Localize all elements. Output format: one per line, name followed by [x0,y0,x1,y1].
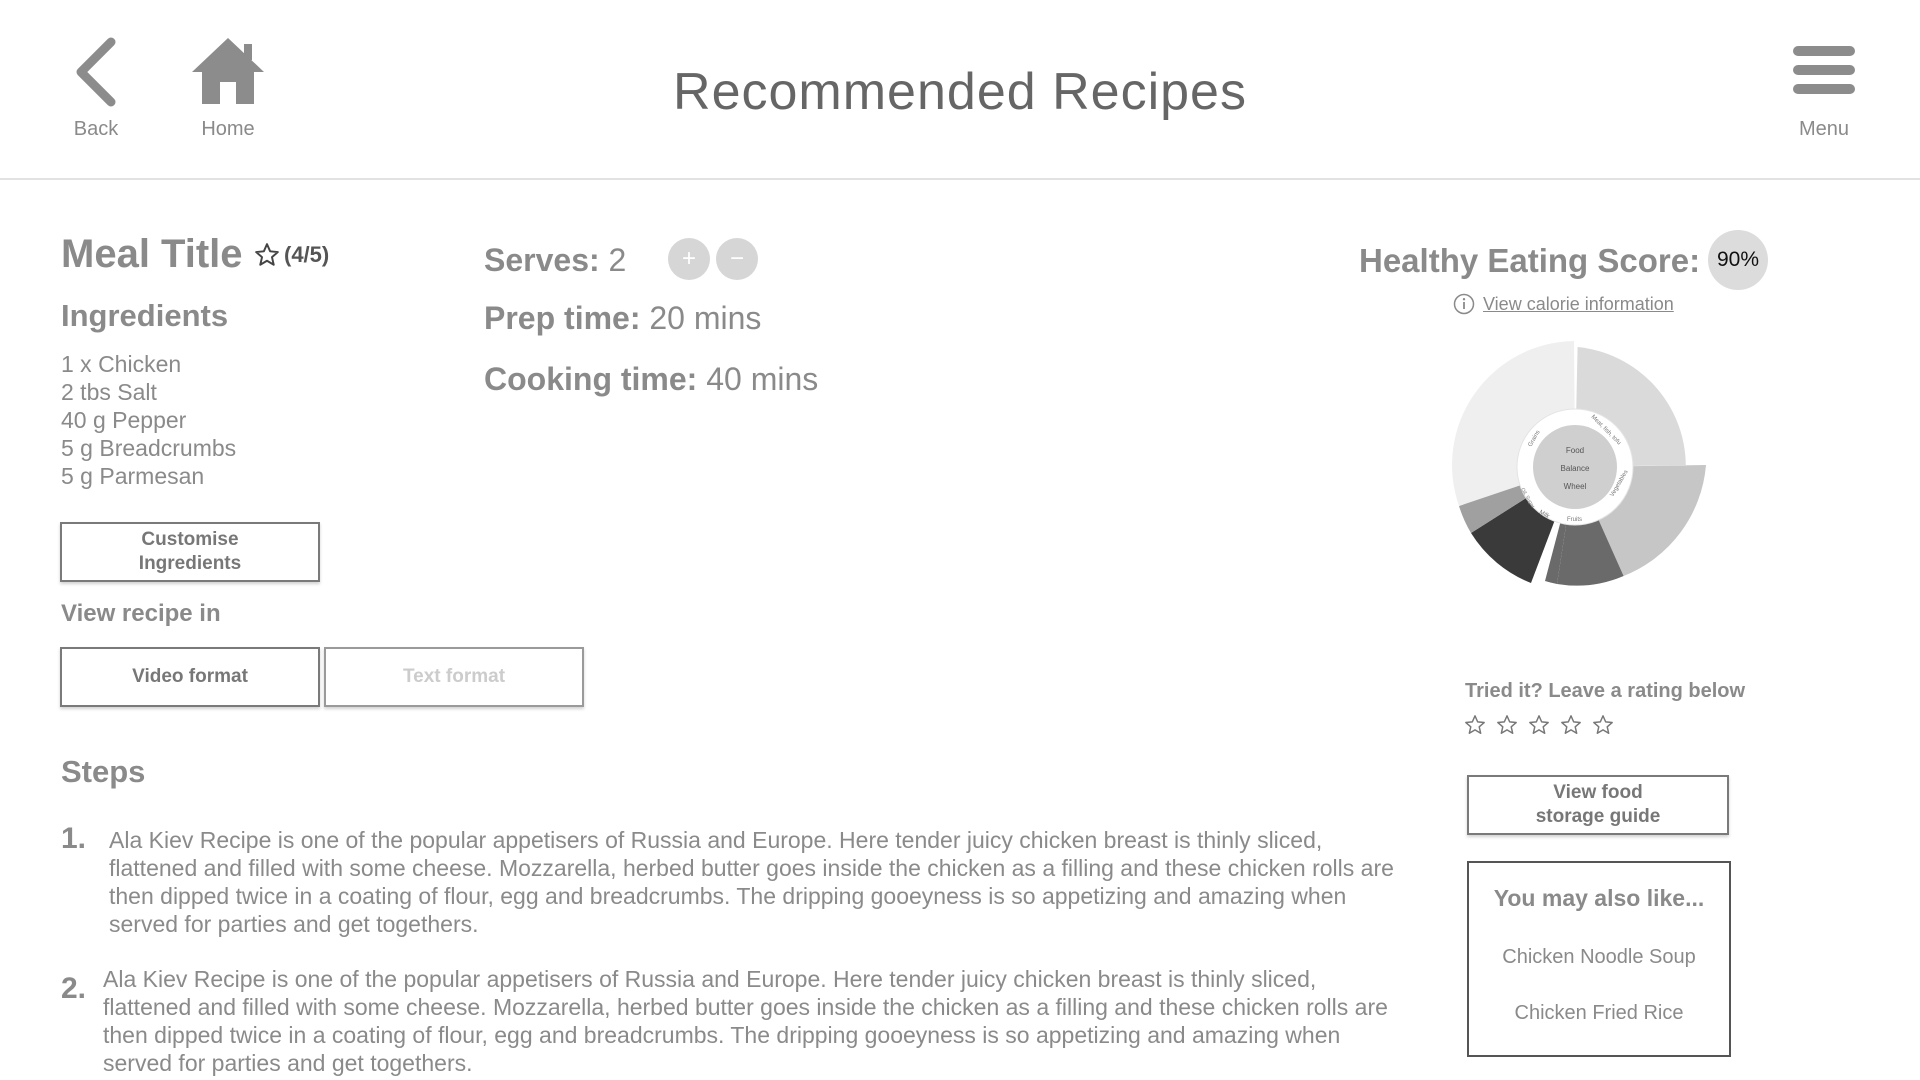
prep-time-label: Prep time: [484,300,641,336]
rating-star-icon[interactable] [1528,714,1550,736]
customise-ingredients-label: Customise Ingredients [139,528,241,576]
rating-prompt: Tried it? Leave a rating below [1465,680,1746,702]
step-text: Ala Kiev Recipe is one of the popular ap… [103,966,1388,1076]
ingredient-item: 5 g Parmesan [61,463,205,489]
text-format-button[interactable]: Text format [324,647,584,707]
recommendation-item[interactable]: Chicken Fried Rice [1469,1002,1729,1025]
recommendations-panel: You may also like... Chicken Noodle Soup… [1467,861,1731,1057]
storage-label-line2: storage guide [1535,806,1661,827]
cooking-time-info: Cooking time: 40 mins [484,361,818,398]
hamburger-menu-icon [1793,46,1855,94]
recommendation-item[interactable]: Chicken Noodle Soup [1469,946,1729,969]
video-format-button[interactable]: Video format [60,647,320,707]
view-calorie-info-link[interactable]: View calorie information [1453,293,1674,315]
home-button[interactable]: Home [173,36,283,146]
rating-star-icon[interactable] [1560,714,1582,736]
meal-rating-text: (4/5) [284,242,330,267]
menu-label: Menu [1798,118,1850,140]
view-recipe-in-label: View recipe in [61,600,221,627]
storage-guide-label: View food storage guide [1536,781,1661,829]
healthy-eating-score-label: Healthy Eating Score: [1359,242,1701,279]
back-button[interactable]: Back [41,36,151,146]
step-number: 2. [61,972,87,1005]
increase-serves-button[interactable]: + [668,238,710,280]
storage-label-line1: View food [1553,782,1643,803]
ingredient-item: 2 tbs Salt [61,379,157,405]
back-label: Back [73,118,119,140]
step-text: Ala Kiev Recipe is one of the popular ap… [109,827,1394,937]
steps-heading: Steps [61,754,146,789]
wheel-label-fruits: Fruits [1567,517,1582,523]
home-label: Home [201,118,255,140]
recipe-page: Back Home Recommended Recipes Menu Meal … [0,0,1920,1080]
info-icon [1453,293,1475,315]
step-number: 1. [61,822,87,855]
wheel-center-line: Food [1566,446,1584,455]
recommendations-title: You may also like... [1493,885,1705,911]
rating-star-icon[interactable] [1592,714,1614,736]
cooking-time-label: Cooking time: [484,361,698,397]
customise-label-line1: Customise [141,529,239,550]
food-balance-wheel: Food Balance Wheel Grains Meat, fish, to… [1452,341,1706,586]
ingredient-item: 5 g Breadcrumbs [61,435,237,461]
home-icon [192,38,264,104]
ingredients-list: 1 x Chicken 2 tbs Salt 40 g Pepper 5 g B… [61,350,236,490]
meal-title: Meal Title [61,232,243,276]
wheel-center-line: Balance [1561,464,1590,473]
wheel-center-line: Wheel [1564,482,1587,491]
ingredient-item: 40 g Pepper [61,407,187,433]
customise-label-line2: Ingredients [138,553,242,574]
chevron-left-icon [76,37,116,107]
page-title: Recommended Recipes [673,63,1247,121]
rating-stars [1464,714,1624,736]
cooking-time-value: 40 mins [706,361,819,397]
top-bar: Back Home Recommended Recipes Menu [0,0,1920,180]
rating-star-icon[interactable] [1496,714,1518,736]
healthy-eating-score-badge: 90% [1708,230,1768,290]
meal-rating: (4/5) [254,242,329,268]
view-food-storage-guide-button[interactable]: View food storage guide [1467,775,1729,835]
serves-label: Serves: [484,242,600,278]
prep-time-value: 20 mins [649,300,762,336]
menu-button[interactable]: Menu [1769,36,1879,146]
decrease-serves-button[interactable]: − [716,238,758,280]
serves-value: 2 [608,242,627,278]
ingredient-item: 1 x Chicken [61,351,182,377]
serves-info: Serves: 2 [484,242,626,279]
view-calorie-info-text: View calorie information [1483,293,1674,314]
prep-time-info: Prep time: 20 mins [484,300,761,337]
customise-ingredients-button[interactable]: Customise Ingredients [60,522,320,582]
rating-star-icon[interactable] [1464,714,1486,736]
ingredients-heading: Ingredients [61,298,229,333]
star-icon [255,243,279,266]
